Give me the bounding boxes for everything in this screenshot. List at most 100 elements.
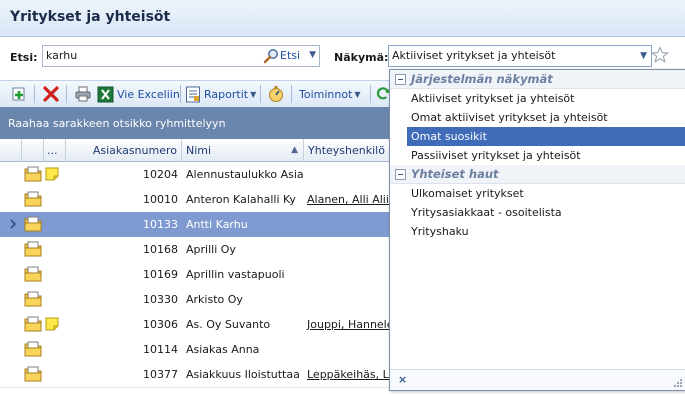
actions-menu[interactable]: Toiminnot ▼ [296,85,361,103]
collapse-icon[interactable] [395,169,406,180]
dropdown-item[interactable]: Yritysasiakkaat - osoitelista [407,203,685,222]
contact-cell[interactable]: Jouppi, Hannele [304,312,394,337]
dropdown-item[interactable]: Ulkomaiset yritykset [407,184,685,203]
search-label: Etsi: [10,51,38,64]
company-name: Alennustaulukko Asia... [186,168,304,181]
excel-export-button[interactable]: Vie Exceliin [97,85,180,103]
header-customer-number[interactable]: Asiakasnumero [66,139,182,161]
customer-number-cell: 10114 [66,337,182,362]
delete-button[interactable] [42,85,60,103]
excel-export-label: Vie Exceliin [117,87,180,101]
contact-cell[interactable] [304,287,394,312]
customer-number: 10133 [143,218,178,231]
company-name: Aprilli Oy [186,243,236,256]
dropdown-item[interactable]: Passiiviset yritykset ja yhteisöt [407,146,685,165]
dropdown-group-label: Yhteiset haut [411,167,499,181]
chevron-down-icon[interactable]: ▼ [640,51,647,61]
name-cell: Arkisto Oy [182,287,304,312]
contact-cell[interactable] [304,237,394,262]
view-label: Näkymä: [334,51,389,64]
delete-icon [43,86,59,102]
dropdown-item-highlighted[interactable]: Omat suosikit [407,127,685,146]
folder-icon [24,191,42,207]
printer-icon [75,86,91,102]
excel-icon [97,86,114,102]
star-icon[interactable] [651,46,669,64]
contact-link[interactable]: Jouppi, Hannele [307,318,394,331]
view-select[interactable]: Aktiiviset yritykset ja yhteisöt ▼ [388,45,652,67]
dropdown-item[interactable]: Yrityshaku [407,222,685,241]
dropdown-group-system-views[interactable]: Järjestelmän näkymät [390,70,685,89]
name-cell: Aprilli Oy [182,237,304,262]
resize-grip-icon[interactable] [673,378,683,388]
search-dropdown-icon[interactable]: ▼ [309,50,316,60]
customer-number: 10114 [143,343,178,356]
close-icon[interactable]: × [398,373,407,386]
name-cell: As. Oy Suvanto [182,312,304,337]
stopwatch-icon [269,86,283,102]
current-row-indicator-icon [10,219,17,229]
company-name: Asiakkuus Iloistuttaa ... [186,368,304,381]
folder-icon [24,266,42,282]
search-icon[interactable] [263,48,279,64]
dropdown-item-label: Passiiviset yritykset ja yhteisöt [411,149,581,162]
view-value: Aktiiviset yritykset ja yhteisöt [392,49,556,62]
customer-number-cell: 10377 [66,362,182,387]
dropdown-group-shared-searches[interactable]: Yhteiset haut [390,165,685,184]
add-icon [12,87,25,101]
search-input[interactable]: karhu Etsi ▼ [42,45,320,67]
folder-icon [24,241,42,257]
timer-button[interactable] [267,85,285,103]
name-cell: Anteron Kalahalli Ky [182,187,304,212]
company-name: Antti Karhu [186,218,248,231]
print-button[interactable] [74,85,92,103]
collapse-icon[interactable] [395,74,406,85]
contact-cell[interactable] [304,162,394,187]
contact-link[interactable]: Alanen, Alli Aliisa [307,193,394,206]
contact-cell[interactable]: Alanen, Alli Aliisa [304,187,394,212]
add-button[interactable] [10,85,28,103]
customer-number-cell: 10133 [66,212,182,237]
toolbar-separator [370,85,371,103]
company-name: As. Oy Suvanto [186,318,271,331]
contact-cell[interactable] [304,212,394,237]
folder-icon [24,216,42,232]
header-more-label: ... [47,144,58,157]
contact-cell[interactable] [304,337,394,362]
header-name-label: Nimi [186,144,212,157]
reports-menu[interactable]: Raportit ▼ [185,85,256,103]
header-contact-label: Yhteyshenkilö [308,144,385,157]
header-customer-number-label: Asiakasnumero [92,144,177,157]
folder-icon [24,291,42,307]
chevron-down-icon: ▼ [354,89,361,99]
header-contact[interactable]: Yhteyshenkilö [304,139,394,161]
contact-cell[interactable]: Leppäkeihäs, Lee [304,362,394,387]
customer-number: 10168 [143,243,178,256]
note-icon [45,317,59,331]
dropdown-item-label: Ulkomaiset yritykset [411,187,524,200]
customer-number: 10306 [143,318,178,331]
chevron-down-icon: ▼ [250,89,257,99]
name-cell: Aprillin vastapuoli [182,262,304,287]
contact-cell[interactable] [304,262,394,287]
customer-number-cell: 10168 [66,237,182,262]
dropdown-item[interactable]: Aktiiviset yritykset ja yhteisöt [407,89,685,108]
folder-icon [24,166,42,182]
folder-icon [24,341,42,357]
customer-number: 10330 [143,293,178,306]
contact-link[interactable]: Leppäkeihäs, Lee [307,368,394,381]
toolbar-separator [291,85,292,103]
folder-icon [24,316,42,332]
name-cell: Alennustaulukko Asia... [182,162,304,187]
header-icon [22,139,44,161]
company-name: Anteron Kalahalli Ky [186,193,296,206]
toolbar-separator [66,85,67,103]
note-icon [45,167,59,181]
customer-number: 10204 [143,168,178,181]
header-name[interactable]: Nimi ▲ [182,139,304,161]
header-more[interactable]: ... [44,139,66,161]
dropdown-item[interactable]: Omat aktiiviset yritykset ja yhteisöt [407,108,685,127]
group-by-hint: Raahaa sarakkeen otsikko ryhmittelyyn [8,117,226,130]
search-button[interactable]: Etsi [280,49,300,62]
name-cell: Asiakkuus Iloistuttaa ... [182,362,304,387]
